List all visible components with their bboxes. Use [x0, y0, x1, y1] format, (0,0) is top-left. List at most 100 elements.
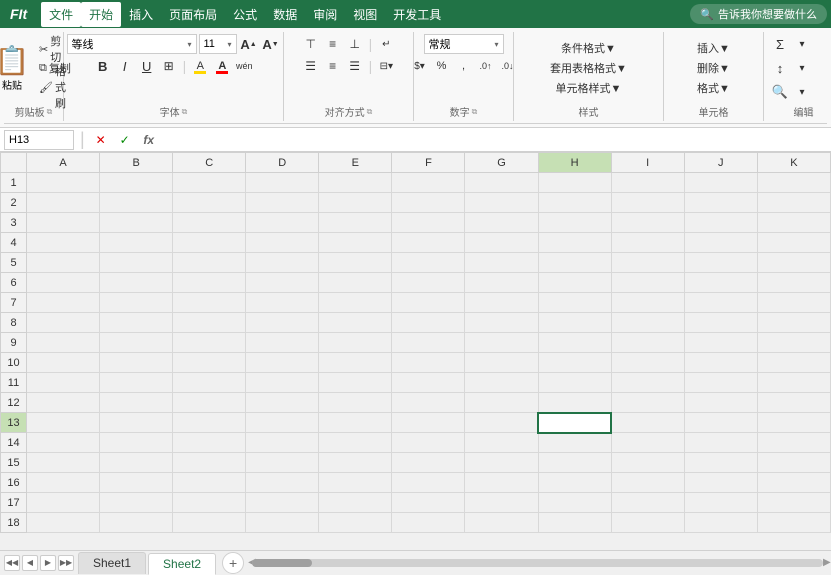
- cell-D17[interactable]: [246, 493, 319, 513]
- cell-A8[interactable]: [27, 313, 100, 333]
- horizontal-scrollbar[interactable]: [252, 559, 823, 567]
- bold-button[interactable]: B: [93, 56, 113, 76]
- cell-J3[interactable]: [684, 213, 757, 233]
- cell-A17[interactable]: [27, 493, 100, 513]
- cell-D1[interactable]: [246, 173, 319, 193]
- cell-G14[interactable]: [465, 433, 538, 453]
- row-num-9[interactable]: 9: [1, 333, 27, 353]
- cell-G4[interactable]: [465, 233, 538, 253]
- cell-J16[interactable]: [684, 473, 757, 493]
- cell-H5[interactable]: [538, 253, 611, 273]
- col-header-B[interactable]: B: [100, 153, 173, 173]
- italic-button[interactable]: I: [115, 56, 135, 76]
- cell-D4[interactable]: [246, 233, 319, 253]
- cell-F17[interactable]: [392, 493, 465, 513]
- cell-B14[interactable]: [100, 433, 173, 453]
- cell-A14[interactable]: [27, 433, 100, 453]
- cell-C7[interactable]: [173, 293, 246, 313]
- cell-E14[interactable]: [319, 433, 392, 453]
- menu-item-file[interactable]: 文件: [41, 2, 81, 27]
- cell-A7[interactable]: [27, 293, 100, 313]
- cell-J7[interactable]: [684, 293, 757, 313]
- fill-color-button[interactable]: A: [190, 56, 210, 76]
- cell-E5[interactable]: [319, 253, 392, 273]
- cell-B9[interactable]: [100, 333, 173, 353]
- menu-search[interactable]: 🔍 告诉我你想要做什么: [690, 4, 827, 24]
- alignment-expand-icon[interactable]: ⧉: [367, 107, 373, 117]
- cell-D2[interactable]: [246, 193, 319, 213]
- cell-H4[interactable]: [538, 233, 611, 253]
- cell-H15[interactable]: [538, 453, 611, 473]
- row-num-3[interactable]: 3: [1, 213, 27, 233]
- merge-center-button[interactable]: ⊟▾: [376, 56, 396, 76]
- sort-filter-dropdown-button[interactable]: ▾: [792, 58, 812, 78]
- cell-C9[interactable]: [173, 333, 246, 353]
- cell-C13[interactable]: [173, 413, 246, 433]
- cell-J15[interactable]: [684, 453, 757, 473]
- cell-A12[interactable]: [27, 393, 100, 413]
- row-num-16[interactable]: 16: [1, 473, 27, 493]
- cell-J10[interactable]: [684, 353, 757, 373]
- cell-F11[interactable]: [392, 373, 465, 393]
- menu-item-home[interactable]: 开始: [81, 2, 121, 27]
- col-header-K[interactable]: K: [757, 153, 830, 173]
- cell-H16[interactable]: [538, 473, 611, 493]
- cell-A1[interactable]: [27, 173, 100, 193]
- cell-I13[interactable]: [611, 413, 684, 433]
- cell-E10[interactable]: [319, 353, 392, 373]
- cell-K5[interactable]: [757, 253, 830, 273]
- cell-B7[interactable]: [100, 293, 173, 313]
- cell-G7[interactable]: [465, 293, 538, 313]
- cell-C5[interactable]: [173, 253, 246, 273]
- cell-E3[interactable]: [319, 213, 392, 233]
- cell-H6[interactable]: [538, 273, 611, 293]
- cell-A6[interactable]: [27, 273, 100, 293]
- cell-E17[interactable]: [319, 493, 392, 513]
- cell-B8[interactable]: [100, 313, 173, 333]
- find-select-dropdown-button[interactable]: ▾: [792, 82, 812, 102]
- cell-B3[interactable]: [100, 213, 173, 233]
- cell-F12[interactable]: [392, 393, 465, 413]
- cell-G16[interactable]: [465, 473, 538, 493]
- cell-ref-box[interactable]: H13: [4, 130, 74, 150]
- cell-K4[interactable]: [757, 233, 830, 253]
- cell-B15[interactable]: [100, 453, 173, 473]
- cell-H1[interactable]: [538, 173, 611, 193]
- cell-I16[interactable]: [611, 473, 684, 493]
- cell-K2[interactable]: [757, 193, 830, 213]
- row-num-14[interactable]: 14: [1, 433, 27, 453]
- increase-font-button[interactable]: A▲: [239, 34, 259, 54]
- cell-J14[interactable]: [684, 433, 757, 453]
- cell-K9[interactable]: [757, 333, 830, 353]
- grid-container[interactable]: A B C D E F G H I J K 123456789101112131…: [0, 152, 831, 550]
- tab-nav-next[interactable]: ▶: [40, 555, 56, 571]
- row-num-7[interactable]: 7: [1, 293, 27, 313]
- cell-K16[interactable]: [757, 473, 830, 493]
- clipboard-expand-icon[interactable]: ⧉: [47, 107, 53, 117]
- col-header-J[interactable]: J: [684, 153, 757, 173]
- autosum-dropdown-button[interactable]: ▾: [792, 34, 812, 54]
- cell-F8[interactable]: [392, 313, 465, 333]
- cell-G13[interactable]: [465, 413, 538, 433]
- table-format-button[interactable]: 套用表格格式▼: [547, 59, 630, 77]
- cell-I2[interactable]: [611, 193, 684, 213]
- cell-D11[interactable]: [246, 373, 319, 393]
- delete-cell-button[interactable]: 删除▼: [694, 59, 733, 77]
- cell-G1[interactable]: [465, 173, 538, 193]
- cell-F6[interactable]: [392, 273, 465, 293]
- format-cell-button[interactable]: 格式▼: [694, 79, 733, 97]
- cell-I7[interactable]: [611, 293, 684, 313]
- cell-H9[interactable]: [538, 333, 611, 353]
- cell-F13[interactable]: [392, 413, 465, 433]
- cell-F4[interactable]: [392, 233, 465, 253]
- autosum-button[interactable]: Σ: [770, 34, 790, 54]
- font-size-selector[interactable]: 11 ▾: [199, 34, 237, 54]
- col-header-D[interactable]: D: [246, 153, 319, 173]
- row-num-6[interactable]: 6: [1, 273, 27, 293]
- align-right-button[interactable]: ☰: [345, 56, 365, 76]
- align-left-button[interactable]: ☰: [301, 56, 321, 76]
- cell-F5[interactable]: [392, 253, 465, 273]
- cell-G15[interactable]: [465, 453, 538, 473]
- cell-K8[interactable]: [757, 313, 830, 333]
- cell-H17[interactable]: [538, 493, 611, 513]
